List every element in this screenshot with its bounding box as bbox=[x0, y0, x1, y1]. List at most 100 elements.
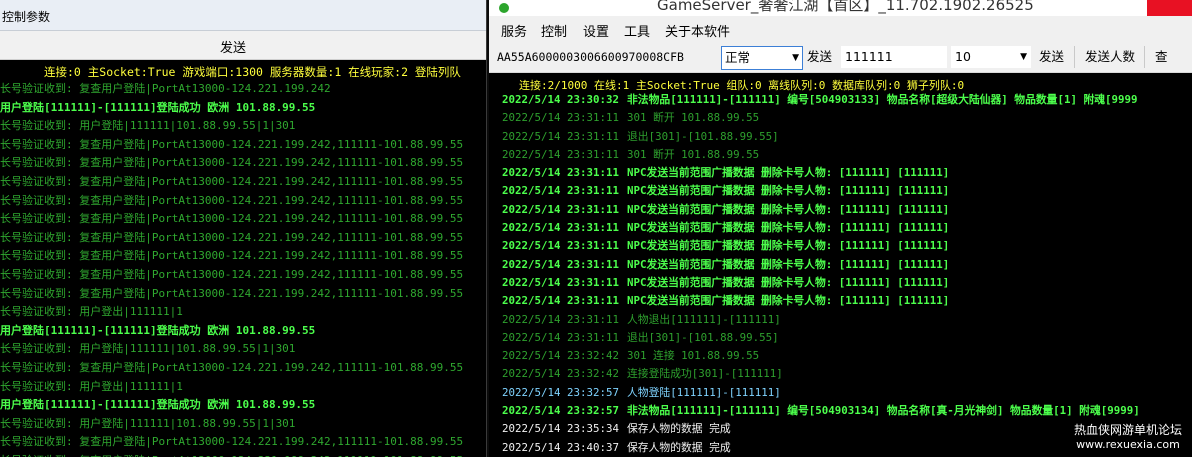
log-message: NPC发送当前范围广播数据 删除卡号人物: [111111] [111111] bbox=[627, 221, 950, 235]
log-message: NPC发送当前范围广播数据 删除卡号人物: [111111] [111111] bbox=[627, 184, 950, 198]
left-send-button[interactable]: 发送 bbox=[0, 31, 486, 60]
mode-select-value: 正常 bbox=[725, 50, 751, 65]
count-select[interactable]: 10 ▼ bbox=[951, 46, 1031, 68]
log-message: 301 断开 101.88.99.55 bbox=[627, 111, 760, 125]
server-log-line: 2022/5/14 23:31:11 NPC发送当前范围广播数据 删除卡号人物: … bbox=[502, 201, 1192, 219]
server-log-line: 2022/5/14 23:31:11 退出[301]-[101.88.99.55] bbox=[502, 128, 1192, 146]
control-params-window: 控制参数 发送 连接:0 主Socket:True 游戏端口:1300 服务器数… bbox=[0, 0, 487, 457]
window-title: GameServer_奢奢江湖【首区】_11.702.1902.26525 bbox=[657, 0, 1034, 14]
log-message: 非法物品[111111]-[111111] 编号[504903133] 物品名称… bbox=[627, 93, 1138, 106]
log-timestamp: 2022/5/14 23:31:11 bbox=[502, 166, 620, 180]
server-log-line: 2022/5/14 23:31:11 NPC发送当前范围广播数据 删除卡号人物: … bbox=[502, 274, 1192, 292]
server-log-line: 2022/5/14 23:31:11 人物退出[111111]-[111111] bbox=[502, 311, 1192, 329]
server-log-line: 2022/5/14 23:31:11 NPC发送当前范围广播数据 删除卡号人物: … bbox=[502, 219, 1192, 237]
toolbar: AA55A6000003006600970008CFB 正常 ▼ 发送 1111… bbox=[489, 42, 1192, 73]
log-message: 退出[301]-[101.88.99.55] bbox=[627, 129, 779, 143]
left-log-line: 用户登陆[111111]-[111111]登陆成功 欧洲 101.88.99.5… bbox=[0, 100, 316, 114]
server-log-line: 2022/5/14 23:30:32 非法物品[111111]-[111111] … bbox=[502, 91, 1192, 109]
left-log-line: 长号验证收到: 复查用户登陆|PortAt13000-124.221.199.2… bbox=[0, 156, 464, 170]
chevron-down-icon: ▼ bbox=[792, 53, 799, 63]
log-message: NPC发送当前范围广播数据 删除卡号人物: [111111] [111111] bbox=[627, 294, 950, 308]
menu-about[interactable]: 关于本软件 bbox=[665, 21, 730, 40]
log-timestamp: 2022/5/14 23:31:11 bbox=[502, 275, 620, 289]
menu-control[interactable]: 控制 bbox=[541, 21, 567, 40]
left-log-line: 长号验证收到: 复查用户登陆|PortAt13000-124.221.199.2… bbox=[0, 230, 464, 244]
control-params-titlebar: 控制参数 bbox=[0, 0, 486, 31]
menu-settings[interactable]: 设置 bbox=[583, 21, 609, 40]
send-count-button[interactable]: 发送人数 bbox=[1085, 46, 1135, 68]
control-params-title: 控制参数 bbox=[2, 10, 51, 24]
send-button-2[interactable]: 发送 bbox=[1039, 46, 1064, 68]
left-log-line: 长号验证收到: 用户登陆|111111|101.88.99.55|1|301 bbox=[0, 119, 296, 133]
left-log-line: 长号验证收到: 复查用户登陆|PortAt13000-124.221.199.2… bbox=[0, 82, 331, 95]
server-log-line: 2022/5/14 23:31:11 301 断开 101.88.99.55 bbox=[502, 109, 1192, 127]
app-logo-icon bbox=[499, 3, 509, 13]
log-message: 人物退出[111111]-[111111] bbox=[627, 312, 781, 326]
left-log-line: 长号验证收到: 用户登陆|111111|101.88.99.55|1|301 bbox=[0, 342, 296, 356]
server-log-line: 2022/5/14 23:32:57 人物登陆[111111]-[111111] bbox=[502, 384, 1192, 402]
left-log-console: 长号验证收到: 复查用户登陆|PortAt13000-124.221.199.2… bbox=[0, 80, 486, 457]
log-message: NPC发送当前范围广播数据 删除卡号人物: [111111] [111111] bbox=[627, 202, 950, 216]
log-message: 301 断开 101.88.99.55 bbox=[627, 147, 760, 161]
left-log-line: 长号验证收到: 复查用户登陆|PortAt13000-124.221.199.2… bbox=[0, 267, 464, 281]
server-log-line: 2022/5/14 23:31:11 NPC发送当前范围广播数据 删除卡号人物: … bbox=[502, 182, 1192, 200]
server-log-line: 2022/5/14 23:31:11 301 断开 101.88.99.55 bbox=[502, 146, 1192, 164]
send-button[interactable]: 发送 bbox=[807, 46, 832, 68]
watermark-line-1: 热血侠网游单机论坛 bbox=[1073, 423, 1182, 437]
left-status-line: 连接:0 主Socket:True 游戏端口:1300 服务器数量:1 在线玩家… bbox=[44, 65, 461, 79]
left-log-line: 长号验证收到: 复查用户登陆|PortAt13000-124.221.199.2… bbox=[0, 435, 464, 449]
game-server-titlebar: GameServer_奢奢江湖【首区】_11.702.1902.26525 bbox=[489, 0, 1192, 16]
message-input[interactable]: 111111 bbox=[841, 46, 947, 68]
menu-tools[interactable]: 工具 bbox=[624, 21, 650, 40]
server-log-console: 2022/5/14 23:30:32 非法物品[111111]-[111111] … bbox=[502, 91, 1192, 457]
log-timestamp: 2022/5/14 23:31:11 bbox=[502, 294, 620, 308]
left-log-line: 长号验证收到: 复查用户登陆|PortAt13000-124.221.199.2… bbox=[0, 360, 464, 374]
server-log-line: 2022/5/14 23:32:57 非法物品[111111]-[111111] … bbox=[502, 402, 1192, 420]
log-timestamp: 2022/5/14 23:31:11 bbox=[502, 221, 620, 235]
forum-watermark: 热血侠网游单机论坛 www.rexuexia.com bbox=[1074, 421, 1182, 451]
left-log-line: 长号验证收到: 复查用户登陆|PortAt13000-124.221.199.2… bbox=[0, 249, 464, 263]
menu-service[interactable]: 服务 bbox=[501, 21, 527, 40]
log-message: NPC发送当前范围广播数据 删除卡号人物: [111111] [111111] bbox=[627, 257, 950, 271]
left-log-line: 用户登陆[111111]-[111111]登陆成功 欧洲 101.88.99.5… bbox=[0, 398, 316, 412]
menu-bar: 服务 控制 设置 工具 关于本软件 bbox=[489, 16, 1192, 42]
log-timestamp: 2022/5/14 23:31:11 bbox=[502, 202, 620, 216]
log-timestamp: 2022/5/14 23:30:32 bbox=[502, 93, 620, 106]
toolbar-divider bbox=[1074, 46, 1075, 68]
server-log-line: 2022/5/14 23:31:11 NPC发送当前范围广播数据 删除卡号人物: … bbox=[502, 292, 1192, 310]
left-log-line: 长号验证收到: 复查用户登陆|PortAt13000-124.221.199.2… bbox=[0, 212, 464, 226]
mode-select[interactable]: 正常 ▼ bbox=[721, 46, 803, 70]
server-log-line: 2022/5/14 23:31:11 NPC发送当前范围广播数据 删除卡号人物: … bbox=[502, 237, 1192, 255]
left-log-line: 长号验证收到: 用户登出|111111|1 bbox=[0, 379, 183, 393]
log-timestamp: 2022/5/14 23:32:57 bbox=[502, 385, 620, 399]
log-timestamp: 2022/5/14 23:31:11 bbox=[502, 111, 620, 125]
log-message: NPC发送当前范围广播数据 删除卡号人物: [111111] [111111] bbox=[627, 166, 950, 180]
left-log-line: 长号验证收到: 复查用户登陆|PortAt13000-124.221.199.2… bbox=[0, 137, 464, 151]
log-message: 301 连接 101.88.99.55 bbox=[627, 349, 760, 363]
log-timestamp: 2022/5/14 23:31:11 bbox=[502, 184, 620, 198]
left-log-line: 长号验证收到: 用户登出|111111|1 bbox=[0, 305, 183, 319]
log-timestamp: 2022/5/14 23:32:42 bbox=[502, 367, 620, 381]
log-message: NPC发送当前范围广播数据 删除卡号人物: [111111] [111111] bbox=[627, 275, 950, 289]
left-log-line: 长号验证收到: 用户登陆|111111|101.88.99.55|1|301 bbox=[0, 416, 296, 430]
log-message: 保存人物的数据 完成 bbox=[627, 422, 731, 436]
server-log-line: 2022/5/14 23:32:42 连接登陆成功[301]-[111111] bbox=[502, 365, 1192, 383]
log-timestamp: 2022/5/14 23:32:42 bbox=[502, 349, 620, 363]
log-timestamp: 2022/5/14 23:31:11 bbox=[502, 257, 620, 271]
close-icon[interactable] bbox=[1147, 0, 1192, 16]
id-code-field[interactable]: AA55A6000003006600970008CFB bbox=[497, 46, 684, 68]
toolbar-divider bbox=[1144, 46, 1145, 68]
log-timestamp: 2022/5/14 23:31:11 bbox=[502, 129, 620, 143]
left-log-line: 长号验证收到: 复查用户登陆|PortAt13000-124.221.199.2… bbox=[0, 286, 464, 300]
log-message: 连接登陆成功[301]-[111111] bbox=[627, 367, 783, 381]
count-select-value: 10 bbox=[955, 49, 971, 64]
log-message: 退出[301]-[101.88.99.55] bbox=[627, 330, 779, 344]
server-log-line: 2022/5/14 23:32:42 301 连接 101.88.99.55 bbox=[502, 347, 1192, 365]
query-button[interactable]: 查 bbox=[1155, 46, 1168, 68]
server-log-line: 2022/5/14 23:31:11 退出[301]-[101.88.99.55] bbox=[502, 329, 1192, 347]
server-log-line: 2022/5/14 23:31:11 NPC发送当前范围广播数据 删除卡号人物: … bbox=[502, 164, 1192, 182]
left-log-line: 长号验证收到: 复查用户登陆|PortAt13000-124.221.199.2… bbox=[0, 193, 464, 207]
chevron-down-icon: ▼ bbox=[1020, 52, 1027, 62]
log-message: 保存人物的数据 完成 bbox=[627, 440, 731, 454]
log-timestamp: 2022/5/14 23:40:37 bbox=[502, 440, 620, 454]
